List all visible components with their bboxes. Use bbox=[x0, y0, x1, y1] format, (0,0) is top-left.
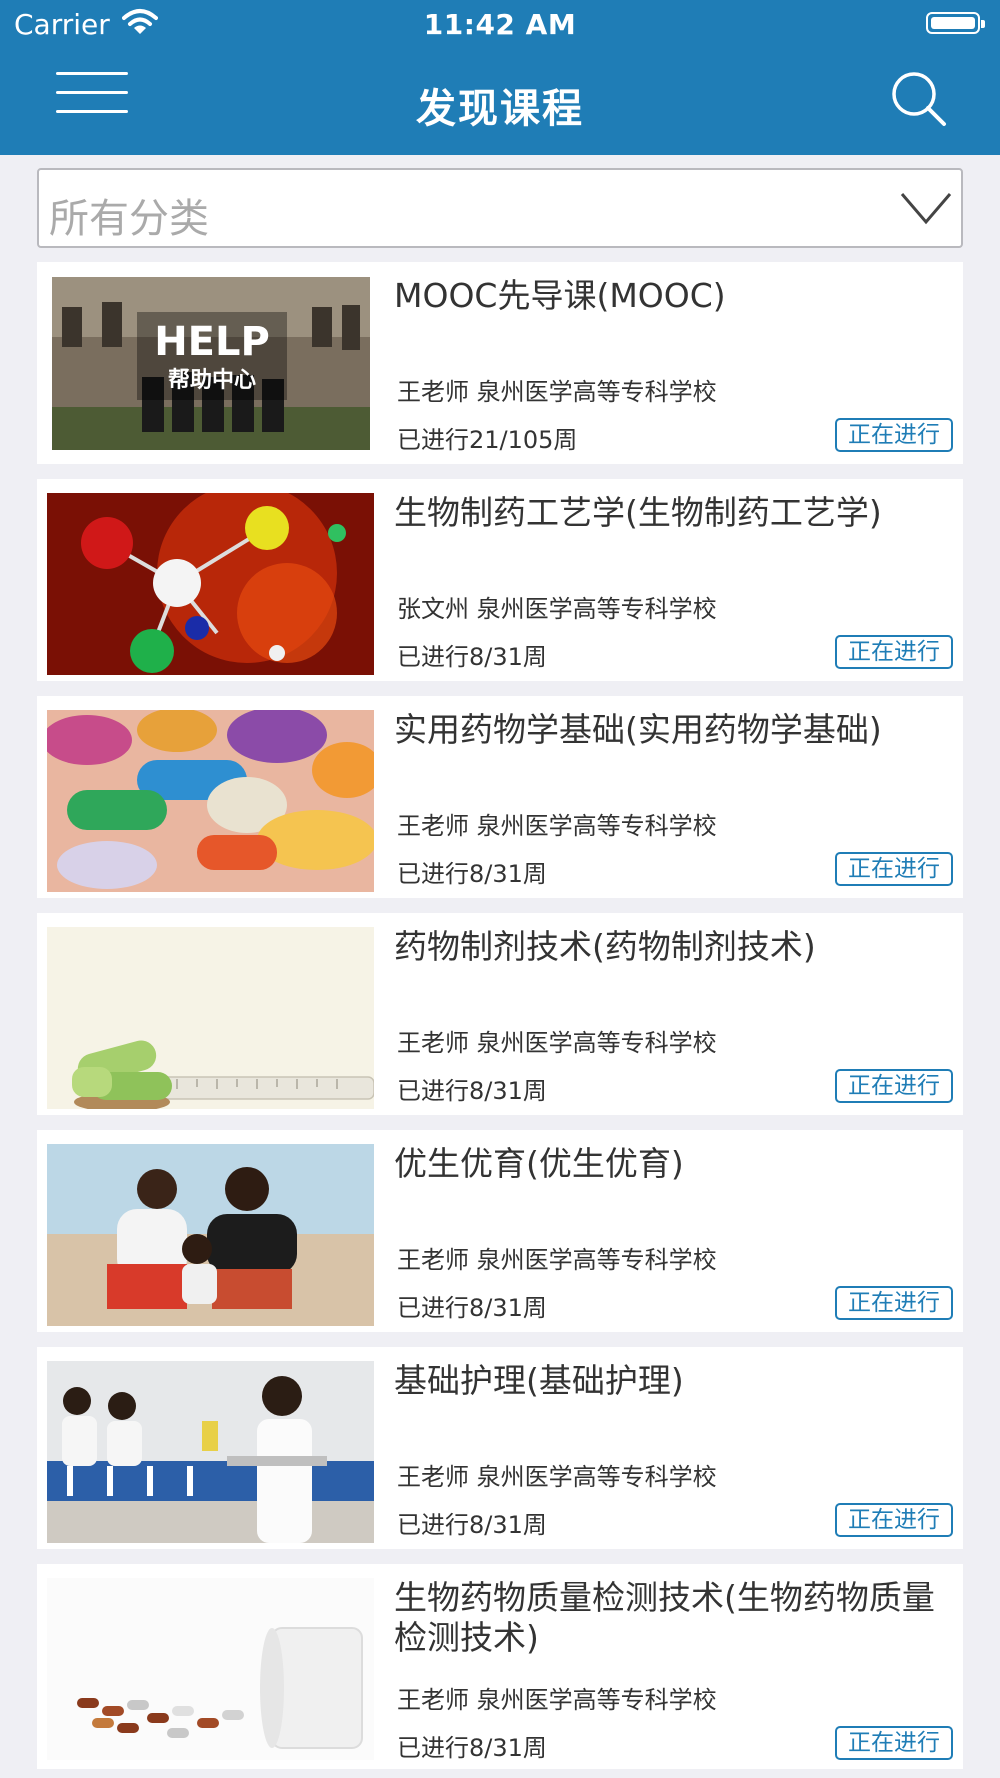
course-card[interactable]: 实用药物学基础(实用药物学基础) 王老师 泉州医学高等专科学校 已进行8/31周… bbox=[37, 696, 963, 898]
status-badge: 正在进行 bbox=[835, 852, 953, 886]
course-title: 实用药物学基础(实用药物学基础) bbox=[394, 710, 882, 749]
course-progress: 已进行8/31周 bbox=[397, 1294, 547, 1322]
status-badge: 正在进行 bbox=[835, 1503, 953, 1537]
course-teacher: 王老师 泉州医学高等专科学校 bbox=[397, 1029, 717, 1057]
course-card[interactable]: 生物药物质量检测技术(生物药物质量检测技术) 王老师 泉州医学高等专科学校 已进… bbox=[37, 1564, 963, 1769]
course-progress: 已进行8/31周 bbox=[397, 1734, 547, 1762]
course-teacher: 王老师 泉州医学高等专科学校 bbox=[397, 1463, 717, 1491]
course-title: 生物药物质量检测技术(生物药物质量检测技术) bbox=[394, 1578, 935, 1657]
course-teacher: 王老师 泉州医学高等专科学校 bbox=[397, 1686, 717, 1714]
thumbnail-help-text: HELP bbox=[154, 319, 270, 365]
page-title: 发现课程 bbox=[416, 86, 584, 132]
course-teacher: 张文州 泉州医学高等专科学校 bbox=[397, 595, 717, 623]
course-progress: 已进行8/31周 bbox=[397, 860, 547, 888]
course-title: MOOC先导课(MOOC) bbox=[394, 276, 726, 315]
course-card[interactable]: HELP 帮助中心 MOOC先导课(MOOC) 王老师 泉州医学高等专科学校 已… bbox=[37, 262, 963, 464]
course-progress: 已进行8/31周 bbox=[397, 1511, 547, 1539]
status-bar: Carrier 11:42 AM bbox=[0, 0, 1000, 50]
chevron-down-icon bbox=[900, 193, 952, 225]
category-dropdown-value: 所有分类 bbox=[49, 196, 209, 242]
course-title: 生物制药工艺学(生物制药工艺学) bbox=[394, 493, 882, 532]
course-title: 优生优育(优生优育) bbox=[394, 1144, 684, 1183]
course-progress: 已进行8/31周 bbox=[397, 643, 547, 671]
course-thumbnail bbox=[47, 927, 374, 1109]
category-dropdown[interactable]: 所有分类 bbox=[37, 168, 963, 248]
course-teacher: 王老师 泉州医学高等专科学校 bbox=[397, 378, 717, 406]
course-thumbnail bbox=[47, 1144, 374, 1326]
course-card[interactable]: 生物制药工艺学(生物制药工艺学) 张文州 泉州医学高等专科学校 已进行8/31周… bbox=[37, 479, 963, 681]
course-thumbnail: HELP 帮助中心 bbox=[52, 277, 370, 450]
course-progress: 已进行8/31周 bbox=[397, 1077, 547, 1105]
battery-icon bbox=[926, 12, 985, 34]
top-bar: Carrier 11:42 AM 发现课程 bbox=[0, 0, 1000, 155]
course-teacher: 王老师 泉州医学高等专科学校 bbox=[397, 1246, 717, 1274]
course-title: 基础护理(基础护理) bbox=[394, 1361, 684, 1400]
thumbnail-help-subtext: 帮助中心 bbox=[168, 367, 256, 393]
search-icon[interactable] bbox=[888, 68, 950, 130]
status-badge: 正在进行 bbox=[835, 1726, 953, 1760]
course-thumbnail bbox=[47, 493, 374, 675]
course-thumbnail bbox=[47, 1361, 374, 1543]
nav-bar: 发现课程 bbox=[0, 50, 1000, 155]
course-teacher: 王老师 泉州医学高等专科学校 bbox=[397, 812, 717, 840]
course-thumbnail bbox=[47, 710, 374, 892]
status-badge: 正在进行 bbox=[835, 1286, 953, 1320]
status-badge: 正在进行 bbox=[835, 1069, 953, 1103]
status-badge: 正在进行 bbox=[835, 418, 953, 452]
status-badge: 正在进行 bbox=[835, 635, 953, 669]
course-card[interactable]: 药物制剂技术(药物制剂技术) 王老师 泉州医学高等专科学校 已进行8/31周 正… bbox=[37, 913, 963, 1115]
course-title: 药物制剂技术(药物制剂技术) bbox=[394, 927, 816, 966]
course-thumbnail bbox=[47, 1578, 374, 1760]
course-card[interactable]: 基础护理(基础护理) 王老师 泉州医学高等专科学校 已进行8/31周 正在进行 bbox=[37, 1347, 963, 1549]
clock: 11:42 AM bbox=[423, 8, 577, 41]
course-card[interactable]: 优生优育(优生优育) 王老师 泉州医学高等专科学校 已进行8/31周 正在进行 bbox=[37, 1130, 963, 1332]
course-progress: 已进行21/105周 bbox=[397, 426, 578, 454]
